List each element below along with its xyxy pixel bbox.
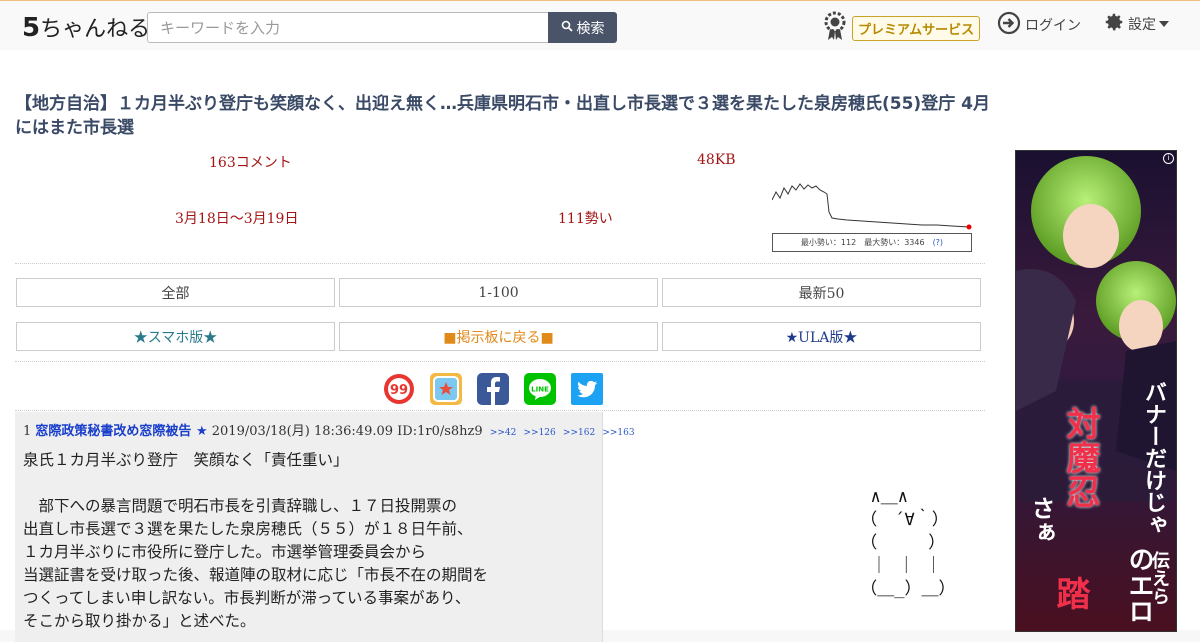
divider	[15, 361, 985, 362]
ad-text-line2: 対魔忍	[1060, 406, 1100, 508]
search-button[interactable]: 検索	[548, 12, 617, 43]
award-icon	[822, 11, 848, 45]
post-body: 泉氏１カ月半ぶり登庁 笑顔なく「責任重い」 部下への暴言問題で明石市長を引責辞職…	[23, 451, 489, 630]
login-link[interactable]: ログイン	[997, 11, 1081, 39]
post-datetime: 2019/03/18(月) 18:36:49.09	[211, 424, 394, 439]
chart-min-label: 最小勢い：112	[800, 238, 857, 247]
top-bar: 5ちゃんねる 検索 プレミアムサービス ログイン 設定	[0, 0, 1200, 50]
search-button-label: 検索	[576, 20, 605, 37]
post-header: 1 窓際政策秘書改め窓際被告 ★ 2019/03/18(月) 18:36:49.…	[23, 420, 635, 439]
ad-text-line5: さぁ	[1027, 496, 1056, 544]
chart-help-link[interactable]: (?)	[933, 238, 944, 247]
ad-text-line4: 伝えら	[1149, 551, 1170, 605]
site-logo[interactable]: 5ちゃんねる	[22, 11, 157, 43]
smartphone-link[interactable]: ★スマホ版★	[16, 322, 335, 351]
line-icon[interactable]: LINE	[524, 373, 556, 405]
main-content: 【地方自治】１カ月半ぶり登庁も笑顔なく、出迎え無く…兵庫県明石市・出直し市長選で…	[0, 50, 1200, 642]
ascii-art: ∧＿∧ （ ´∀｀） （ ） ｜ ｜ ｜ （＿_）＿）	[860, 487, 956, 599]
logo-text: ちゃんねる	[40, 17, 151, 42]
current-point	[966, 224, 972, 230]
svg-text:LINE: LINE	[531, 386, 549, 394]
comment-count: 163コメント	[209, 155, 292, 171]
momentum-chart: 最小勢い：112 最大勢い：3346 (?)	[771, 180, 972, 252]
reply-anchor[interactable]: >>162	[563, 428, 595, 438]
search-icon	[561, 20, 573, 36]
ad-banner[interactable]: バナーだけじゃ 対魔忍 のエロ 伝えら さぁ 踏 i	[1015, 150, 1177, 632]
login-icon	[997, 11, 1021, 39]
ad-info-icon[interactable]: i	[1163, 153, 1174, 164]
nav-range-button[interactable]: 1-100	[339, 278, 658, 307]
chevron-down-icon	[1159, 16, 1169, 32]
facebook-icon[interactable]	[477, 373, 509, 405]
reply-anchor[interactable]: >>126	[524, 428, 556, 438]
chart-legend: 最小勢い：112 最大勢い：3346 (?)	[772, 233, 972, 252]
chart-max-label: 最大勢い：3346	[864, 238, 925, 247]
nav-latest-button[interactable]: 最新50	[662, 278, 981, 307]
ad-text-line1: バナーだけじゃ	[1141, 381, 1167, 535]
logo-number: 5	[22, 13, 41, 43]
search-input[interactable]	[147, 12, 549, 43]
login-label: ログイン	[1025, 18, 1081, 34]
date-range: 3月18日〜3月19日	[175, 211, 299, 227]
momentum: 111勢い	[558, 211, 613, 227]
premium-service-link[interactable]: プレミアムサービス	[822, 11, 981, 45]
divider	[15, 263, 985, 264]
momentum-chart-graph	[771, 183, 972, 230]
svg-text:99: 99	[390, 383, 408, 398]
thread-title: 【地方自治】１カ月半ぶり登庁も笑顔なく、出迎え無く…兵庫県明石市・出直し市長選で…	[15, 94, 990, 138]
post-author[interactable]: 窓際政策秘書改め窓際被告 ★	[35, 424, 207, 439]
post-number: 1	[23, 424, 32, 439]
nav-all-button[interactable]: 全部	[16, 278, 335, 307]
ad-text-line6: 踏	[1050, 576, 1090, 610]
back-to-board-link[interactable]: ■掲示板に戻る■	[339, 322, 658, 351]
share-hatena-icon[interactable]	[430, 373, 462, 405]
reply-anchor[interactable]: >>163	[602, 428, 634, 438]
twitter-icon[interactable]	[571, 373, 603, 405]
settings-label: 設定	[1128, 17, 1156, 33]
thread-size: 48KB	[697, 152, 736, 168]
post-id[interactable]: ID:1r0/s8hz9	[397, 424, 483, 439]
ula-link[interactable]: ★ULA版★	[662, 322, 981, 351]
gear-icon	[1103, 11, 1125, 37]
settings-menu[interactable]: 設定	[1103, 11, 1169, 37]
reply-anchor[interactable]: >>42	[490, 428, 517, 438]
divider	[15, 410, 985, 411]
share-99-icon[interactable]: 99	[383, 373, 415, 405]
post-item: 1 窓際政策秘書改め窓際被告 ★ 2019/03/18(月) 18:36:49.…	[15, 412, 635, 642]
premium-badge: プレミアムサービス	[852, 15, 981, 41]
